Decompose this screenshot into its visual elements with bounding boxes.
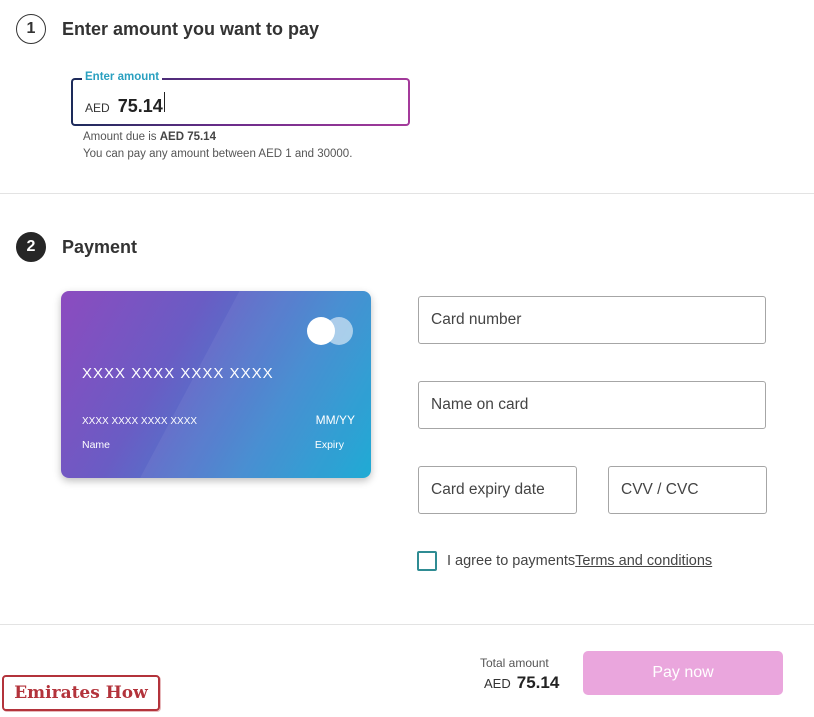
watermark-logo: Emirates How (2, 675, 160, 711)
card-preview: XXXX XXXX XXXX XXXX XXXX XXXX XXXX XXXX … (61, 291, 371, 478)
card-brand-icon (307, 317, 353, 345)
card-number-field[interactable] (418, 296, 766, 344)
amount-value[interactable]: 75.14 (118, 96, 163, 117)
name-on-card-field[interactable] (418, 381, 766, 429)
name-on-card-input[interactable] (431, 396, 765, 414)
amount-input[interactable]: Enter amount AED 75.14 (71, 71, 410, 126)
card-preview-name: Name (82, 439, 111, 451)
total-currency: AED (484, 676, 511, 691)
agree-text: I agree to payments (447, 553, 576, 569)
step-2-number: 2 (16, 232, 46, 262)
amount-due-text: Amount due is AED 75.14 (83, 131, 216, 143)
section-divider (0, 193, 814, 194)
card-expiry-field[interactable] (418, 466, 577, 514)
card-preview-number: XXXX XXXX XXXX XXXX (82, 365, 274, 382)
card-number-input[interactable] (431, 311, 765, 329)
amount-due-value: AED 75.14 (159, 131, 216, 143)
footer-divider (0, 624, 814, 625)
total-amount: AED 75.14 (484, 673, 559, 693)
pay-now-button[interactable]: Pay now (583, 651, 783, 695)
card-expiry-input[interactable] (431, 481, 576, 499)
cvv-input[interactable] (621, 481, 766, 499)
amount-currency: AED (85, 101, 110, 115)
total-amount-label: Total amount (480, 656, 549, 670)
card-preview-expiry-value: MM/YY (315, 413, 355, 427)
card-preview-expiry-label: Expiry (314, 439, 344, 451)
step-1-header: 1 Enter amount you want to pay (16, 14, 319, 44)
cvv-field[interactable] (608, 466, 767, 514)
terms-agreement: I agree to payments Terms and conditions (417, 551, 712, 571)
terms-checkbox[interactable] (417, 551, 437, 571)
step-1-number: 1 (16, 14, 46, 44)
amount-field-label: Enter amount (82, 71, 163, 83)
card-preview-number-small: XXXX XXXX XXXX XXXX (82, 416, 198, 427)
amount-range-text: You can pay any amount between AED 1 and… (83, 148, 353, 160)
step-2-header: 2 Payment (16, 232, 137, 262)
amount-due-prefix: Amount due is (83, 131, 160, 143)
terms-link[interactable]: Terms and conditions (575, 553, 712, 569)
text-caret (163, 92, 165, 112)
step-1-title: Enter amount you want to pay (62, 18, 320, 39)
total-value: 75.14 (516, 673, 560, 692)
step-2-title: Payment (62, 236, 138, 257)
